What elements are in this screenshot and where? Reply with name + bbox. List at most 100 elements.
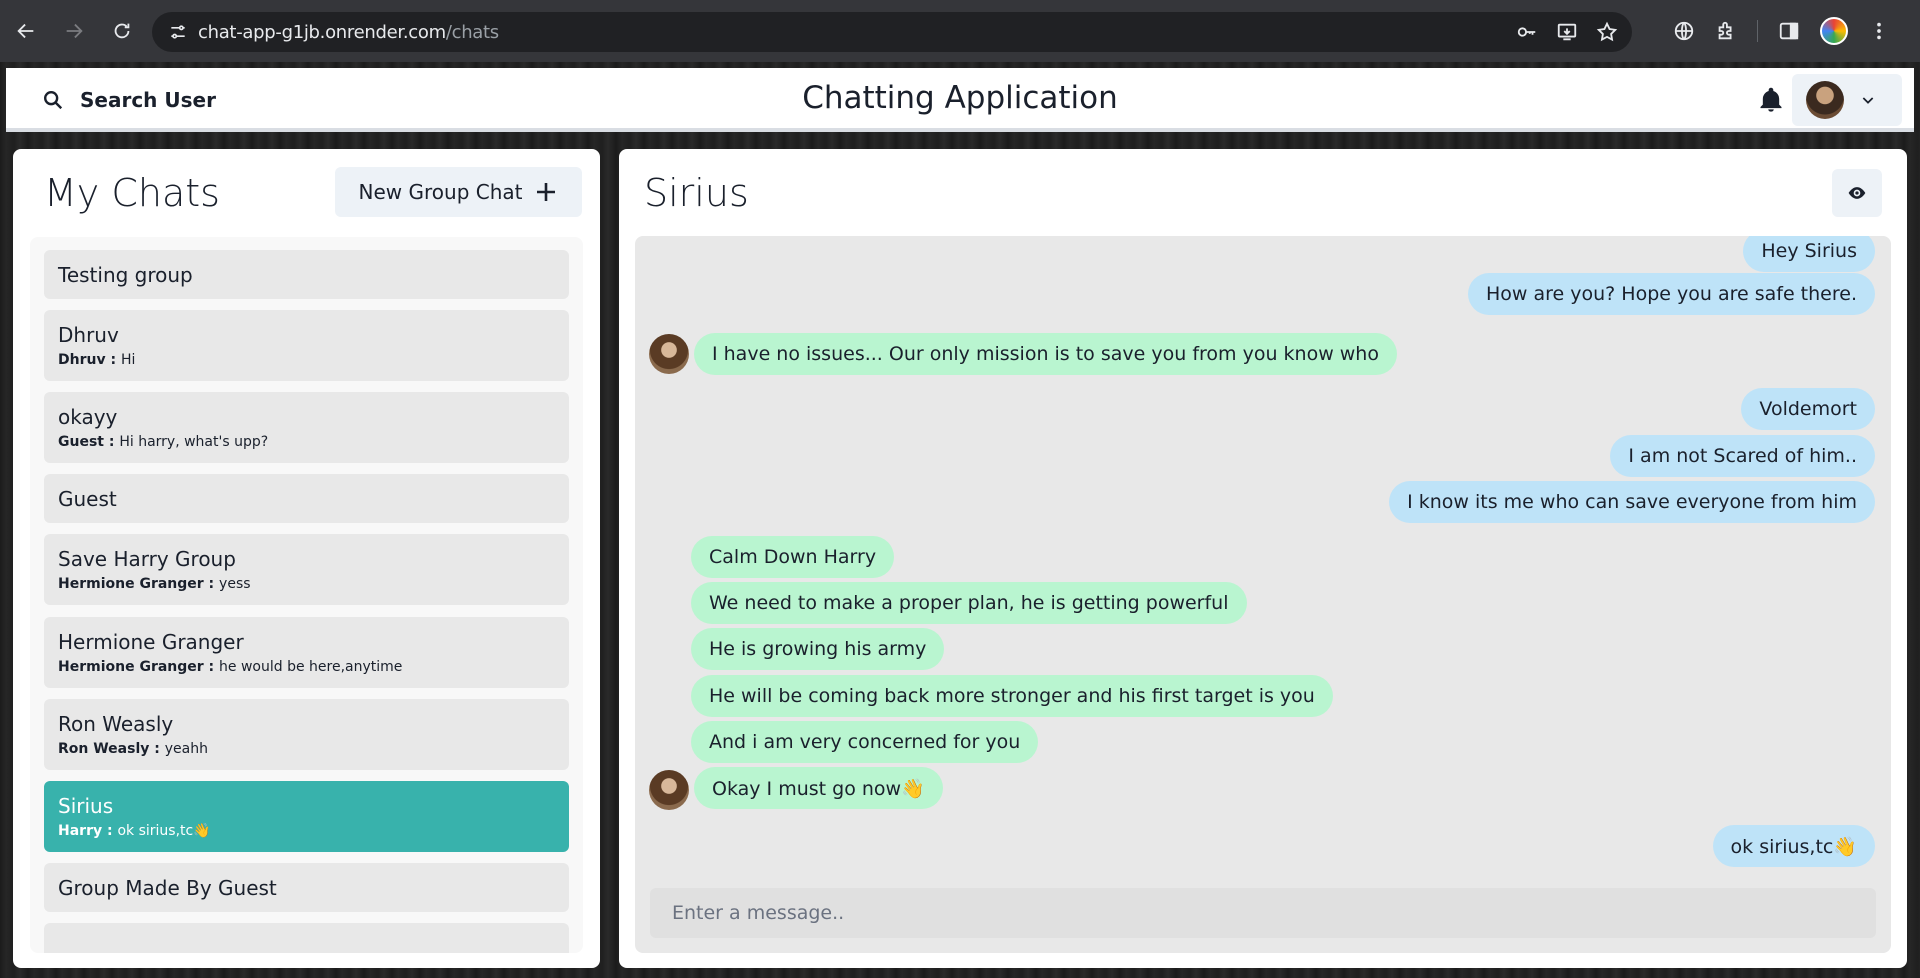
install-app-icon[interactable] bbox=[1556, 21, 1578, 43]
message-bubble-sent: Hey Sirius bbox=[1743, 236, 1875, 272]
star-icon[interactable] bbox=[1596, 21, 1618, 43]
toolbar-divider bbox=[1757, 20, 1758, 42]
chat-list-item[interactable]: okayy Guest : Hi harry, what's upp? bbox=[44, 392, 569, 463]
key-icon[interactable] bbox=[1516, 21, 1538, 43]
message-row: I am not Scared of him.. bbox=[1610, 435, 1875, 477]
message-row: ok sirius,tc👋 bbox=[1712, 825, 1875, 867]
browser-profile-avatar[interactable] bbox=[1820, 17, 1848, 45]
reload-icon bbox=[114, 23, 130, 39]
messages-area: Hey Sirius How are you? Hope you are saf… bbox=[635, 236, 1891, 953]
chat-list: Testing group Dhruv Dhruv : Hi okayy Gue… bbox=[30, 237, 583, 953]
my-chats-panel: My Chats New Group Chat Testing group Dh… bbox=[13, 149, 600, 968]
message-bubble-received: And i am very concerned for you bbox=[691, 721, 1039, 763]
profile-menu-button[interactable] bbox=[1792, 74, 1902, 126]
side-panel-icon[interactable] bbox=[1778, 20, 1800, 42]
chat-list-item-partial[interactable] bbox=[44, 923, 569, 953]
message-row: I have no issues... Our only mission is … bbox=[694, 333, 1397, 375]
message-bubble-sent: ok sirius,tc👋 bbox=[1712, 825, 1875, 867]
sender-avatar[interactable] bbox=[649, 334, 689, 374]
extensions-icon[interactable] bbox=[1715, 20, 1737, 42]
chat-latest-message: Ron Weasly : yeahh bbox=[58, 741, 555, 757]
more-vertical-icon[interactable] bbox=[1868, 20, 1890, 42]
latest-sender: Guest : bbox=[58, 434, 120, 450]
latest-sender: Harry : bbox=[58, 823, 118, 839]
chat-list-item[interactable]: Hermione Granger Hermione Granger : he w… bbox=[44, 617, 569, 688]
chat-list-item[interactable]: Group Made By Guest bbox=[44, 863, 569, 912]
chat-latest-message: Hermione Granger : yess bbox=[58, 576, 555, 592]
chat-latest-message: Guest : Hi harry, what's upp? bbox=[58, 434, 555, 450]
message-bubble-sent: I know its me who can save everyone from… bbox=[1389, 481, 1875, 523]
address-bar[interactable]: chat-app-g1jb.onrender.com/chats bbox=[152, 12, 1632, 52]
message-row: Calm Down Harry bbox=[691, 536, 895, 578]
bell-icon[interactable] bbox=[1757, 86, 1785, 114]
forward-button[interactable] bbox=[52, 9, 96, 53]
conversation-title: Sirius bbox=[644, 171, 749, 215]
message-row: I know its me who can save everyone from… bbox=[1389, 481, 1875, 523]
message-bubble-received: He will be coming back more stronger and… bbox=[691, 675, 1333, 717]
new-group-chat-button[interactable]: New Group Chat bbox=[335, 167, 582, 217]
url-path: /chats bbox=[445, 21, 499, 43]
message-row: How are you? Hope you are safe there. bbox=[1468, 273, 1875, 315]
globe-icon[interactable] bbox=[1673, 20, 1695, 42]
chat-name: Hermione Granger bbox=[58, 630, 244, 654]
browser-toolbar: chat-app-g1jb.onrender.com/chats bbox=[0, 0, 1920, 62]
arrow-left-icon bbox=[17, 23, 34, 39]
latest-sender: Dhruv : bbox=[58, 352, 121, 368]
chat-list-item[interactable]: Testing group bbox=[44, 250, 569, 299]
latest-sender: Ron Weasly : bbox=[58, 741, 165, 757]
chat-list-item[interactable]: Guest bbox=[44, 474, 569, 523]
search-icon bbox=[44, 91, 63, 110]
message-bubble-received: I have no issues... Our only mission is … bbox=[694, 333, 1397, 375]
message-row: We need to make a proper plan, he is get… bbox=[691, 582, 1247, 624]
latest-sender: Hermione Granger : bbox=[58, 576, 220, 592]
chat-name: Save Harry Group bbox=[58, 547, 236, 571]
chat-latest-message: Harry : ok sirius,tc👋 bbox=[58, 823, 555, 839]
chat-name: Group Made By Guest bbox=[58, 876, 277, 900]
message-input[interactable] bbox=[650, 888, 1876, 938]
message-bubble-sent: I am not Scared of him.. bbox=[1610, 435, 1875, 477]
latest-text: yeahh bbox=[164, 741, 208, 757]
my-chats-title: My Chats bbox=[44, 171, 220, 215]
search-user-label: Search User bbox=[80, 88, 216, 112]
arrow-right-icon bbox=[66, 23, 83, 39]
message-bubble-received: Calm Down Harry bbox=[691, 536, 895, 578]
chat-name: Dhruv bbox=[58, 323, 119, 347]
chat-name: Testing group bbox=[58, 263, 193, 287]
chat-list-item[interactable]: Dhruv Dhruv : Hi bbox=[44, 310, 569, 381]
url-host: chat-app-g1jb.onrender.com bbox=[198, 21, 446, 43]
latest-text: Hi harry, what's upp? bbox=[119, 434, 269, 450]
sender-avatar[interactable] bbox=[649, 770, 689, 810]
message-row: Okay I must go now👋 bbox=[694, 767, 943, 809]
chat-name: Ron Weasly bbox=[58, 712, 174, 736]
message-row: Voldemort bbox=[1741, 388, 1875, 430]
page-background: Search User Chatting Application My Chat… bbox=[0, 62, 1920, 978]
message-bubble-sent: Voldemort bbox=[1741, 388, 1875, 430]
new-group-chat-label: New Group Chat bbox=[358, 180, 523, 204]
message-row: He is growing his army bbox=[691, 628, 945, 670]
chat-list-item-active[interactable]: Sirius Harry : ok sirius,tc👋 bbox=[44, 781, 569, 852]
search-user-button[interactable]: Search User bbox=[30, 78, 228, 122]
latest-text: yess bbox=[219, 576, 251, 592]
view-profile-button[interactable] bbox=[1832, 169, 1882, 217]
plus-icon bbox=[537, 183, 556, 201]
latest-sender: Hermione Granger : bbox=[58, 659, 220, 675]
chat-list-item[interactable]: Ron Weasly Ron Weasly : yeahh bbox=[44, 699, 569, 770]
chat-list-item[interactable]: Save Harry Group Hermione Granger : yess bbox=[44, 534, 569, 605]
chat-name: okayy bbox=[58, 405, 118, 429]
latest-text: he would be here,anytime bbox=[219, 659, 403, 675]
message-bubble-received: He is growing his army bbox=[691, 628, 945, 670]
site-info-icon[interactable] bbox=[158, 12, 198, 52]
chevron-down-icon bbox=[1862, 97, 1874, 104]
latest-text: Hi bbox=[120, 352, 136, 368]
message-bubble-received: We need to make a proper plan, he is get… bbox=[691, 582, 1247, 624]
chat-latest-message: Hermione Granger : he would be here,anyt… bbox=[58, 659, 555, 675]
reload-button[interactable] bbox=[100, 9, 144, 53]
chat-latest-message: Dhruv : Hi bbox=[58, 352, 555, 368]
avatar bbox=[1806, 81, 1844, 119]
message-row: And i am very concerned for you bbox=[691, 721, 1039, 763]
back-button[interactable] bbox=[4, 9, 48, 53]
message-bubble-sent: How are you? Hope you are safe there. bbox=[1468, 273, 1875, 315]
latest-text: ok sirius,tc👋 bbox=[117, 823, 211, 839]
url-text: chat-app-g1jb.onrender.com/chats bbox=[198, 22, 499, 43]
message-row: Hey Sirius bbox=[1743, 236, 1875, 272]
